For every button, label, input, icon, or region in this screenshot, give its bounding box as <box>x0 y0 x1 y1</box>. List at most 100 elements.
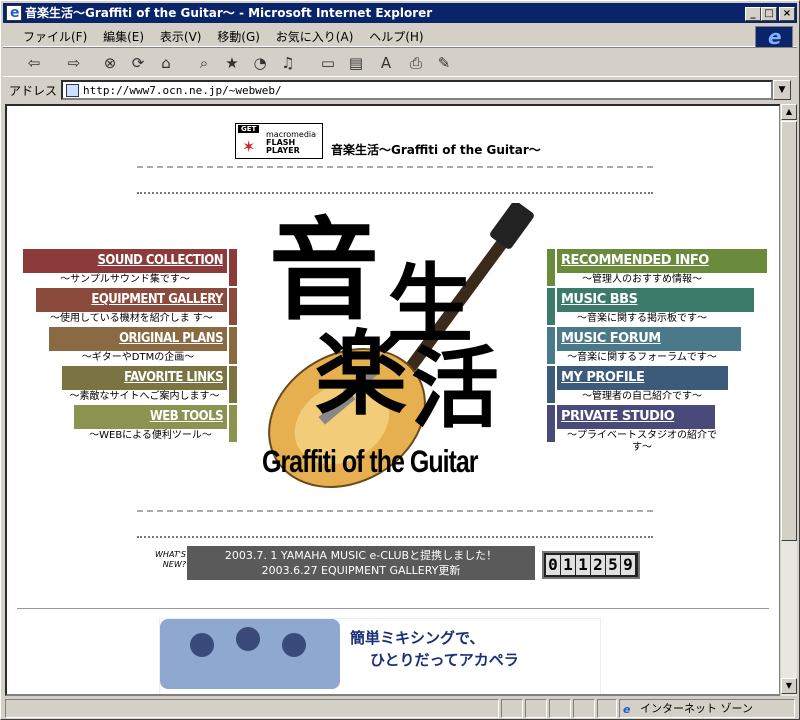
nav-recommended-info[interactable]: RECOMMENDED INFO <box>557 249 767 273</box>
vertical-scrollbar[interactable]: ▲ ▼ <box>780 104 797 696</box>
badge-flash-player: FLASH PLAYER <box>266 139 300 155</box>
status-pane <box>525 699 547 718</box>
browser-window: 音楽生活〜Graffiti of the Guitar〜 - Microsoft… <box>0 0 800 720</box>
nav-music-bbs[interactable]: MUSIC BBS <box>557 288 754 312</box>
nav-equipment-gallery[interactable]: EQUIPMENT GALLERY <box>36 288 227 312</box>
nav-subtitle: 〜プライベートスタジオの紹介で す〜 <box>567 430 717 453</box>
status-text <box>5 699 499 718</box>
toolbar: ⇦ ⇨ ⊗ ⟳ ⌂ ⌕ ★ ◔ ♫ ▭ ▤ A ⎙ ✎ <box>3 47 797 77</box>
get-flash-player-badge[interactable]: GET ✶ macromedia FLASH PLAYER <box>235 123 323 159</box>
history-icon[interactable]: ◔ <box>249 52 271 74</box>
minimize-button[interactable]: _ <box>745 7 761 21</box>
address-input[interactable]: http://www7.ocn.ne.jp/~webweb/ <box>61 80 773 100</box>
status-pane <box>597 699 617 718</box>
page-icon <box>66 84 79 97</box>
close-button[interactable]: × <box>779 7 795 21</box>
nav-original-plans[interactable]: ORIGINAL PLANS <box>49 327 227 351</box>
nav-accent-bar <box>229 366 237 403</box>
title-bar: 音楽生活〜Graffiti of the Guitar〜 - Microsoft… <box>3 3 797 23</box>
logo-tagline: Graffiti of the Guitar <box>262 444 478 480</box>
menu-help[interactable]: ヘルプ(H) <box>363 25 429 48</box>
status-pane <box>501 699 523 718</box>
whats-new-label: WHAT'S NEW? <box>155 550 186 569</box>
nav-accent-bar <box>547 327 555 364</box>
address-label: アドレス <box>9 84 58 98</box>
pad-button-icon <box>282 633 306 657</box>
menu-bar: ファイル(F) 編集(E) 表示(V) 移動(G) お気に入り(A) ヘルプ(H… <box>3 25 797 47</box>
menu-edit[interactable]: 編集(E) <box>97 25 150 48</box>
pad-button-icon <box>236 627 260 651</box>
nav-accent-bar <box>229 327 237 364</box>
news-item: 2003.6.27 EQUIPMENT GALLERY更新 <box>261 564 461 577</box>
zone-label: インターネット ゾーン <box>640 702 753 715</box>
news-item: 2003.7. 1 YAMAHA MUSIC e-CLUBと提携しました！ <box>224 549 498 562</box>
counter-digit: 0 <box>546 555 560 575</box>
address-dropdown-icon[interactable]: ▼ <box>773 80 791 100</box>
scroll-up-icon[interactable]: ▲ <box>781 104 797 120</box>
pad-button-icon <box>190 633 214 657</box>
font-icon[interactable]: A <box>375 52 397 74</box>
channels-icon[interactable]: ▤ <box>345 52 367 74</box>
counter-digit: 1 <box>561 555 575 575</box>
maximize-button[interactable]: □ <box>761 7 777 21</box>
nav-music-forum[interactable]: MUSIC FORUM <box>557 327 741 351</box>
nav-accent-bar <box>547 288 555 325</box>
nav-accent-bar <box>547 249 555 286</box>
nav-subtitle: 〜サンプルサウンド集です〜 <box>60 274 190 285</box>
banner-line2: ひとりだってアカペラ <box>370 651 519 669</box>
nav-subtitle: 〜音楽に関するフォーラムです〜 <box>567 352 717 363</box>
nav-subtitle: 〜素敵なサイトへご案内します〜 <box>69 391 220 402</box>
logo-kanji-on: 音 <box>269 206 379 335</box>
nav-subtitle: 〜使用している機材を紹介しま す〜 <box>50 313 213 324</box>
status-zone: e インターネット ゾーン <box>619 699 795 718</box>
status-bar: e インターネット ゾーン <box>3 698 797 719</box>
logo-kanji-raku: 楽 <box>315 320 408 428</box>
ie-page-icon <box>6 3 22 23</box>
menu-view[interactable]: 表示(V) <box>154 25 208 48</box>
scroll-down-icon[interactable]: ▼ <box>781 678 797 694</box>
nav-subtitle: 〜管理人のおすすめ情報〜 <box>582 274 702 285</box>
nav-sound-collection[interactable]: SOUND COLLECTION <box>23 249 227 273</box>
address-bar: アドレス http://www7.ocn.ne.jp/~webweb/ ▼ <box>3 79 797 101</box>
nav-my-profile[interactable]: MY PROFILE <box>557 366 728 390</box>
scroll-thumb[interactable] <box>781 121 797 541</box>
favorites-icon[interactable]: ★ <box>221 52 243 74</box>
internet-zone-icon: e <box>623 703 631 716</box>
nav-accent-bar <box>547 405 555 442</box>
yamaha-banner[interactable]: 簡単ミキシングで、 ひとりだってアカペラ <box>159 618 601 694</box>
edit-icon[interactable]: ✎ <box>433 52 455 74</box>
counter-digit: 2 <box>591 555 605 575</box>
flash-logo-icon: ✶ <box>242 137 256 156</box>
nav-favorite-links[interactable]: FAVORITE LINKS <box>62 366 227 390</box>
logo-kanji-katsu: 活 <box>411 336 500 440</box>
nav-accent-bar <box>229 405 237 442</box>
ie-throbber-icon <box>755 25 793 49</box>
graffiti-divider-bottom <box>137 510 653 538</box>
nav-subtitle: 〜ギターやDTMの企画〜 <box>81 352 195 363</box>
menu-file[interactable]: ファイル(F) <box>17 25 93 48</box>
menu-favorites[interactable]: お気に入り(A) <box>270 25 360 48</box>
back-icon[interactable]: ⇦ <box>23 52 45 74</box>
nav-accent-bar <box>229 249 237 286</box>
window-title: 音楽生活〜Graffiti of the Guitar〜 - Microsoft… <box>25 6 433 20</box>
counter-digit: 5 <box>606 555 620 575</box>
news-box: 2003.7. 1 YAMAHA MUSIC e-CLUBと提携しました！ 20… <box>187 546 535 580</box>
nav-accent-bar <box>229 288 237 325</box>
print-icon[interactable]: ⎙ <box>405 52 427 74</box>
site-title: 音楽生活〜Graffiti of the Guitar〜 <box>331 143 541 157</box>
fullscreen-icon[interactable]: ▭ <box>317 52 339 74</box>
refresh-icon[interactable]: ⟳ <box>127 52 149 74</box>
home-icon[interactable]: ⌂ <box>155 52 177 74</box>
media-icon[interactable]: ♫ <box>277 52 299 74</box>
nav-private-studio[interactable]: PRIVATE STUDIO <box>557 405 715 429</box>
forward-icon[interactable]: ⇨ <box>63 52 85 74</box>
counter-digit: 1 <box>576 555 590 575</box>
badge-get: GET <box>238 125 260 133</box>
menu-go[interactable]: 移動(G) <box>211 25 266 48</box>
search-icon[interactable]: ⌕ <box>193 52 215 74</box>
banner-line1: 簡単ミキシングで、 <box>350 629 485 647</box>
nav-accent-bar <box>547 366 555 403</box>
nav-web-tools[interactable]: WEB TOOLS <box>74 405 227 429</box>
counter-digit: 9 <box>621 555 635 575</box>
stop-icon[interactable]: ⊗ <box>99 52 121 74</box>
